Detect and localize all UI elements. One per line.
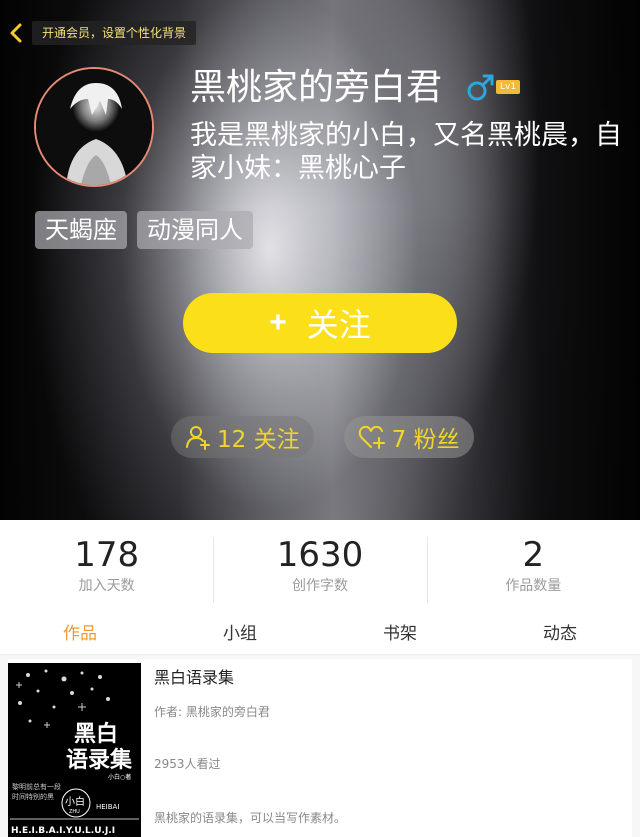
book-author: 作者: 黑桃家的旁白君 (154, 705, 270, 719)
heart-add-icon (358, 425, 385, 449)
followers-count[interactable]: 7 粉丝 (343, 416, 474, 458)
level-badge: Lv1 (496, 80, 521, 94)
cover-side-text-1: 黎明前总有一段 (12, 782, 61, 791)
tab-bookshelf[interactable]: 书架 (320, 614, 480, 654)
stat-label: 作品数量 (505, 578, 562, 594)
following-text: 12 关注 (217, 427, 300, 453)
vip-background-promo[interactable]: 开通会员，设置个性化背景 (32, 21, 197, 45)
profile-tabs: 作品 小组 书架 动态 (0, 614, 640, 654)
tag-zodiac[interactable]: 天蝎座 (35, 211, 127, 249)
works-list: 黑白 语录集 小白○著 黎明前总有一段 时间特别的黑 小白 ZHU HEIBAI… (0, 655, 640, 837)
followers-text: 7 粉丝 (391, 427, 460, 453)
following-count[interactable]: 12 关注 (171, 416, 314, 458)
cover-author-mark: 小白○著 (108, 773, 131, 781)
cover-footer: H.E.I.B.A.I.Y.U.L.U.J.I (11, 826, 115, 836)
social-counts: 12 关注 7 粉丝 (171, 416, 474, 458)
chevron-left-icon (10, 23, 22, 43)
follow-label: 关注 (306, 307, 371, 343)
book-description: 黑桃家的语录集，可以当写作素材。 (154, 811, 347, 825)
book-title[interactable]: 黑白语录集 (154, 667, 234, 689)
tab-works[interactable]: 作品 (0, 614, 160, 654)
tag-interest[interactable]: 动漫同人 (137, 211, 253, 249)
stat-works: 2 作品数量 (426, 533, 640, 603)
book-cover-art: 黑白 语录集 小白○著 黎明前总有一段 时间特别的黑 小白 ZHU HEIBAI… (8, 663, 141, 837)
back-button[interactable] (6, 20, 28, 46)
male-icon (466, 72, 496, 102)
stat-value: 1630 (276, 535, 364, 575)
avatar-image (36, 69, 152, 185)
stat-days: 178 加入天数 (0, 533, 213, 603)
stats-row: 178 加入天数 1630 创作字数 2 作品数量 (0, 533, 640, 603)
username: 黑桃家的旁白君 (190, 67, 443, 108)
book-cover[interactable]: 黑白 语录集 小白○著 黎明前总有一段 时间特别的黑 小白 ZHU HEIBAI… (8, 663, 141, 837)
cover-title-line1: 黑白 (74, 721, 118, 747)
stat-label: 创作字数 (291, 578, 348, 594)
book-views: 2953人看过 (154, 757, 221, 771)
follow-button[interactable]: + 关注 (183, 293, 457, 353)
profile-tags: 天蝎座 动漫同人 (35, 211, 253, 249)
cover-side-text-2: 时间特别的黑 (12, 792, 54, 801)
tab-activity[interactable]: 动态 (480, 614, 640, 654)
stat-label: 加入天数 (78, 578, 135, 594)
stat-value: 2 (522, 535, 545, 575)
avatar[interactable] (34, 67, 154, 187)
user-add-icon (186, 426, 210, 450)
cover-brand: HEIBAI (96, 803, 119, 811)
user-bio: 我是黑桃家的小白，又名黑桃晨，自家小妹：黑桃心子 (190, 120, 622, 184)
promo-text: 开通会员，设置个性化背景 (42, 26, 187, 40)
stat-words: 1630 创作字数 (213, 533, 426, 603)
cover-badge: 小白 (65, 795, 85, 808)
work-item[interactable]: 黑白 语录集 小白○著 黎明前总有一段 时间特别的黑 小白 ZHU HEIBAI… (8, 659, 632, 837)
stat-value: 178 (74, 535, 140, 575)
cover-badge-sub: ZHU (69, 809, 80, 815)
tab-groups[interactable]: 小组 (160, 614, 320, 654)
plus-icon: + (269, 306, 287, 339)
cover-title-line2: 语录集 (66, 747, 133, 773)
